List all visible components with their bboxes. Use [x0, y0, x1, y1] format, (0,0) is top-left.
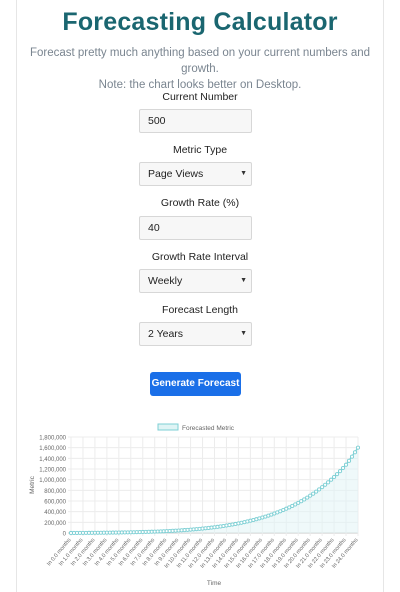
data-point — [338, 469, 343, 474]
forecast-page: Forecasting Calculator Forecast pretty m… — [0, 0, 400, 592]
caret-down-icon: ▼ — [240, 170, 247, 177]
y-tick-label: 1,600,000 — [39, 446, 66, 452]
y-tick-label: 1,800,000 — [39, 436, 66, 442]
legend-label: Forecasted Metric — [182, 425, 235, 432]
page-title: Forecasting Calculator — [62, 8, 338, 36]
growth-rate-label: Growth Rate (%) — [160, 197, 240, 209]
y-tick-label: 200,000 — [44, 521, 66, 527]
data-point — [335, 472, 340, 477]
current-number-input[interactable]: 500 — [139, 109, 252, 133]
growth-rate-input[interactable]: 40 — [139, 216, 252, 240]
data-point — [308, 493, 313, 498]
y-tick-label: 1,200,000 — [39, 468, 66, 474]
caret-down-icon: ▼ — [240, 330, 247, 337]
data-point — [320, 485, 325, 490]
caret-down-icon: ▼ — [240, 277, 247, 284]
data-point — [346, 458, 352, 463]
legend-swatch — [157, 423, 179, 431]
data-point — [343, 462, 349, 467]
forecast-chart: 0 200,000 400,000 600,000 800,000 1,000,000 1,… — [29, 423, 361, 587]
metric-type-value: Page Views — [148, 168, 204, 180]
data-point — [332, 474, 337, 480]
y-tick-label: 0 — [63, 532, 67, 538]
generate-forecast-button[interactable]: Generate Forecast — [150, 372, 241, 396]
data-point — [314, 489, 319, 494]
y-axis-title: Metric — [29, 475, 36, 493]
y-tick-label: 1,000,000 — [39, 478, 66, 484]
current-number-value: 500 — [148, 115, 166, 127]
data-point — [341, 465, 346, 471]
y-tick-label: 400,000 — [44, 510, 66, 516]
x-axis-title: Time — [207, 580, 222, 587]
subtitle-line-1: Forecast pretty much anything based on y… — [29, 47, 371, 75]
data-point — [311, 491, 316, 496]
y-tick-label: 800,000 — [44, 489, 66, 495]
data-point — [317, 487, 322, 492]
growth-interval-select[interactable]: Weekly ▼ — [139, 269, 252, 293]
metric-type-label: Metric Type — [172, 144, 228, 156]
data-point — [323, 482, 328, 487]
growth-interval-value: Weekly — [148, 275, 183, 287]
growth-rate-value: 40 — [148, 222, 160, 234]
forecast-length-label: Forecast Length — [162, 304, 238, 316]
forecast-length-value: 2 Years — [148, 328, 184, 340]
data-point — [326, 480, 331, 485]
current-number-label: Current Number — [162, 91, 238, 103]
data-point — [352, 450, 358, 455]
forecast-length-select[interactable]: 2 Years ▼ — [139, 322, 252, 346]
metric-type-select[interactable]: Page Views ▼ — [139, 162, 252, 186]
growth-interval-label: Growth Rate Interval — [151, 251, 249, 263]
data-point — [355, 445, 361, 450]
y-tick-label: 600,000 — [44, 500, 66, 506]
data-point — [329, 477, 334, 482]
data-point — [349, 454, 355, 459]
y-tick-label: 1,400,000 — [39, 457, 66, 463]
page-subtitle: Forecast pretty much anything based on y… — [24, 45, 376, 93]
